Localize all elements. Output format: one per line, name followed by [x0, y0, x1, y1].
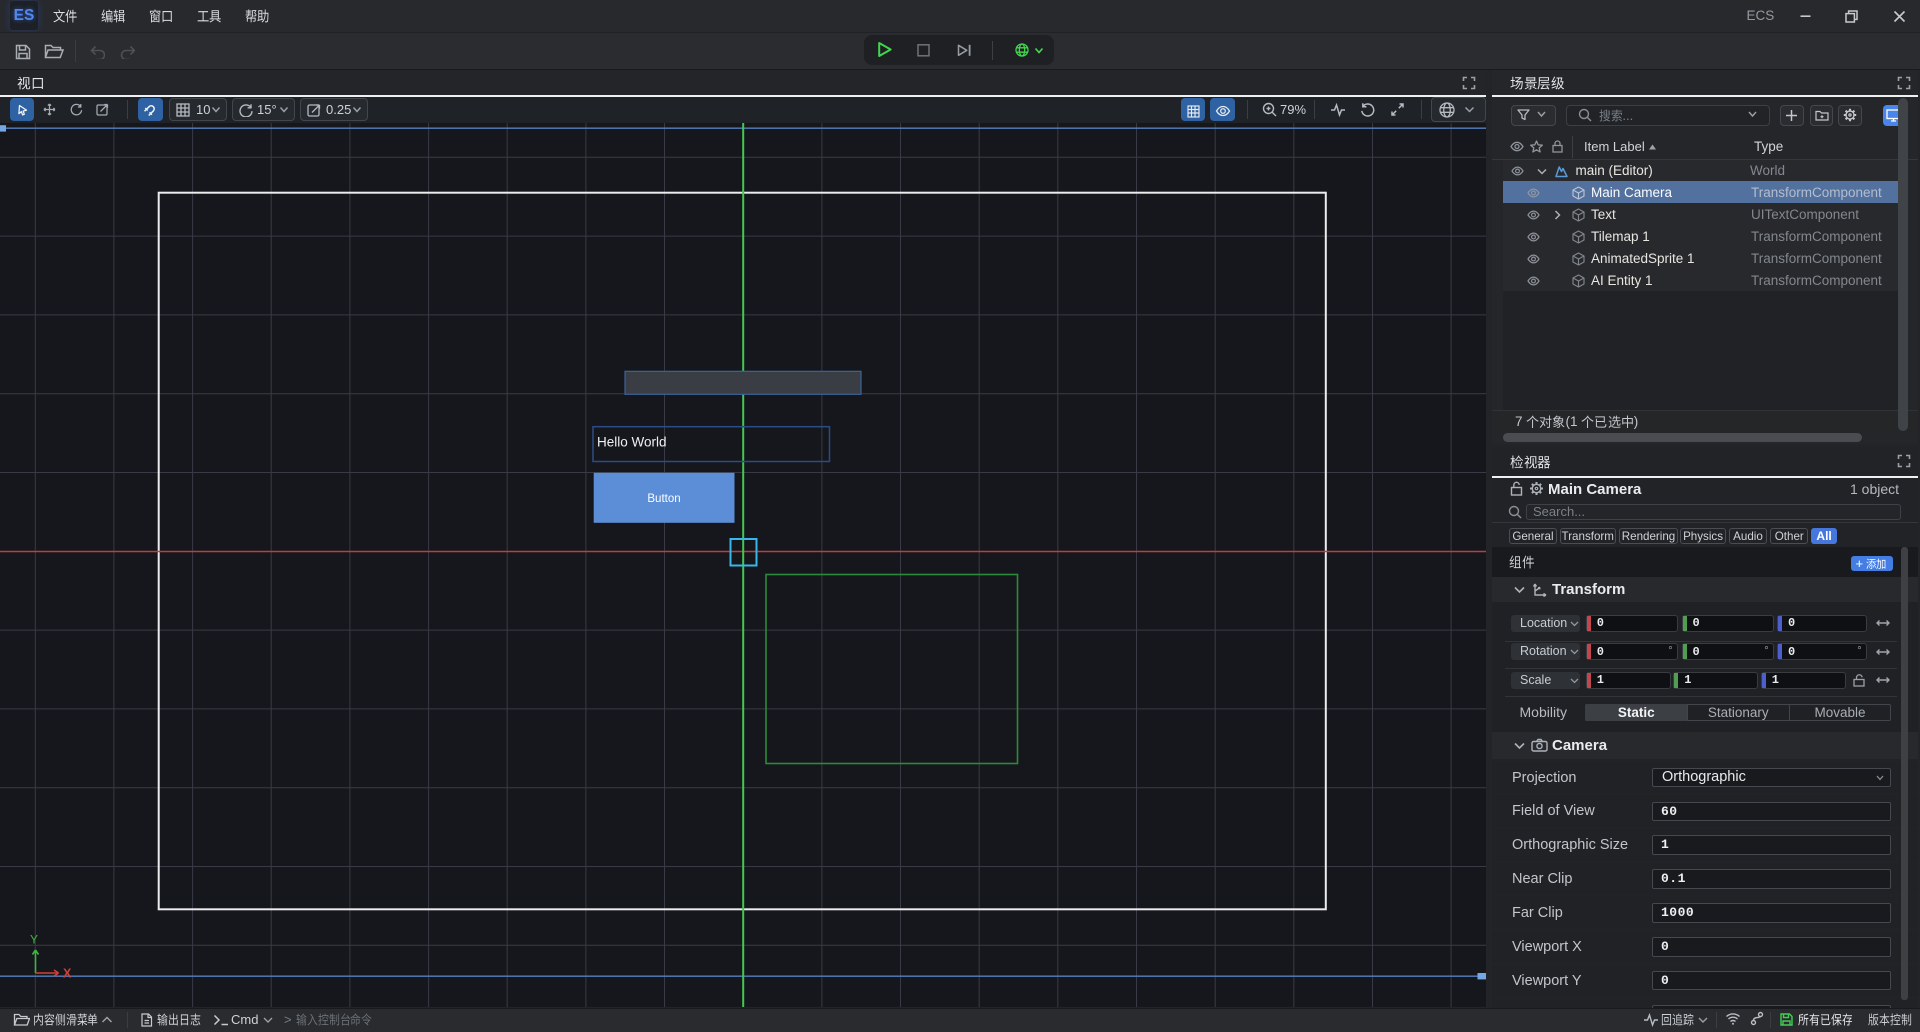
svg-text:Hello World: Hello World: [597, 435, 667, 450]
svg-text:X: X: [63, 967, 72, 981]
svg-text:Y: Y: [30, 933, 38, 947]
svg-text:Button: Button: [647, 493, 680, 505]
